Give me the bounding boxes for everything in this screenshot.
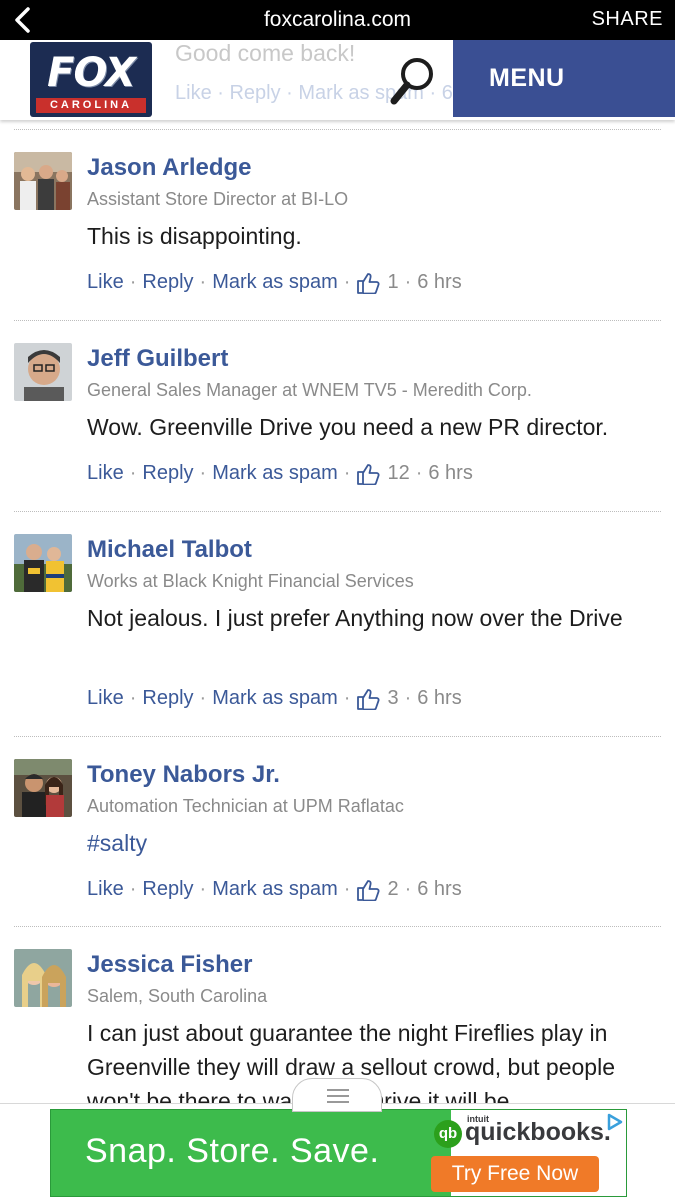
comment-text: This is disappointing. <box>87 223 302 249</box>
logo-subtext: CAROLINA <box>36 98 146 113</box>
separator: · <box>404 271 412 293</box>
comment-author[interactable]: Jeff Guilbert <box>87 345 228 373</box>
separator: · <box>343 462 351 484</box>
separator: · <box>199 462 207 484</box>
avatar[interactable] <box>14 152 72 210</box>
mark-spam-link[interactable]: Mark as spam <box>212 462 338 485</box>
comment-author[interactable]: Jason Arledge <box>87 154 252 182</box>
reply-link[interactable]: Reply <box>142 462 193 485</box>
reply-link[interactable]: Reply <box>142 687 193 710</box>
separator: · <box>343 687 351 709</box>
thumbs-up-icon <box>357 463 380 485</box>
like-link[interactable]: Like <box>87 462 124 485</box>
comment-author-title: Salem, South Carolina <box>87 986 268 1006</box>
logo-text: FOX <box>47 50 136 96</box>
like-link[interactable]: Like <box>87 271 124 294</box>
comment-actions: Like · Reply · Mark as spam · 1 · 6 hrs <box>87 271 462 294</box>
thumbs-up-icon <box>357 688 380 710</box>
comment-text: Not jealous. I just prefer Anything now … <box>87 605 623 631</box>
comment-time: 6 hrs <box>417 687 462 709</box>
menu-lines-icon <box>327 1089 349 1103</box>
comment-time: 6 hrs <box>428 462 473 484</box>
behind-comment-actions: Like · Reply · Mark as spam · 6 hrs <box>175 82 487 104</box>
comment-author-title: General Sales Manager at WNEM TV5 - Mere… <box>87 380 532 400</box>
separator: · <box>199 687 207 709</box>
comment-actions: Like · Reply · Mark as spam · 2 · 6 hrs <box>87 878 462 901</box>
mark-spam-link[interactable]: Mark as spam <box>212 878 338 901</box>
avatar[interactable] <box>14 759 72 817</box>
quickbooks-logo-icon: qb <box>434 1120 462 1148</box>
share-button[interactable]: SHARE <box>592 8 663 31</box>
divider <box>14 926 661 927</box>
divider <box>14 320 661 321</box>
separator: · <box>129 462 137 484</box>
ad-slogan: Snap. Store. Save. <box>85 1132 380 1170</box>
avatar[interactable] <box>14 534 72 592</box>
avatar[interactable] <box>14 343 72 401</box>
mark-spam-link[interactable]: Mark as spam <box>212 271 338 294</box>
behind-comment-text: Good come back! <box>175 40 356 66</box>
comment-actions: Like · Reply · Mark as spam · 12 · 6 hrs <box>87 462 473 485</box>
comment-actions: Like · Reply · Mark as spam · 3 · 6 hrs <box>87 687 462 710</box>
adchoices-icon[interactable] <box>604 1112 624 1132</box>
separator: · <box>404 878 412 900</box>
fox-carolina-logo[interactable]: FOX CAROLINA <box>30 42 152 117</box>
comment-hashtag[interactable]: #salty <box>87 826 667 860</box>
browser-bar: foxcarolina.com SHARE <box>0 0 675 40</box>
reply-link[interactable]: Reply <box>142 271 193 294</box>
try-free-now-button[interactable]: Try Free Now <box>431 1156 599 1192</box>
ad-brand: quickbooks. <box>465 1118 611 1146</box>
separator: · <box>199 271 207 293</box>
comment-author-title: Assistant Store Director at BI-LO <box>87 189 349 209</box>
comment-author[interactable]: Jessica Fisher <box>87 951 252 979</box>
separator: · <box>404 687 412 709</box>
url-text[interactable]: foxcarolina.com <box>0 8 675 32</box>
quickbooks-ad[interactable]: Snap. Store. Save. qb intuit quickbooks.… <box>50 1109 627 1197</box>
reply-link[interactable]: Reply <box>142 878 193 901</box>
comment-author-title: Automation Technician at UPM Raflatac <box>87 796 404 816</box>
menu-button[interactable]: MENU <box>453 40 675 117</box>
mark-spam-link[interactable]: Mark as spam <box>212 687 338 710</box>
separator: · <box>129 878 137 900</box>
comment-author[interactable]: Toney Nabors Jr. <box>87 761 280 789</box>
like-count: 12 <box>387 462 410 484</box>
separator: · <box>415 462 423 484</box>
divider <box>14 511 661 512</box>
comment-time: 6 hrs <box>417 271 462 293</box>
search-icon[interactable] <box>388 54 438 108</box>
thumbs-up-icon <box>357 879 380 901</box>
comment-author-title: Works at Black Knight Financial Services <box>87 571 414 591</box>
ad-bar: Snap. Store. Save. qb intuit quickbooks.… <box>0 1103 675 1200</box>
avatar[interactable] <box>14 949 72 1007</box>
like-link[interactable]: Like <box>87 687 124 710</box>
thumbs-up-icon <box>357 272 380 294</box>
like-count: 2 <box>387 878 399 900</box>
divider <box>14 129 661 130</box>
drawer-handle[interactable] <box>292 1078 382 1112</box>
separator: · <box>343 878 351 900</box>
like-link[interactable]: Like <box>87 878 124 901</box>
comment-author[interactable]: Michael Talbot <box>87 536 252 564</box>
separator: · <box>129 687 137 709</box>
site-header: Good come back! Like · Reply · Mark as s… <box>0 40 675 120</box>
divider <box>14 736 661 737</box>
separator: · <box>199 878 207 900</box>
comment-time: 6 hrs <box>417 878 462 900</box>
like-count: 3 <box>387 687 399 709</box>
comment-text: Wow. Greenville Drive you need a new PR … <box>87 414 609 440</box>
like-count: 1 <box>387 271 399 293</box>
separator: · <box>129 271 137 293</box>
separator: · <box>343 271 351 293</box>
